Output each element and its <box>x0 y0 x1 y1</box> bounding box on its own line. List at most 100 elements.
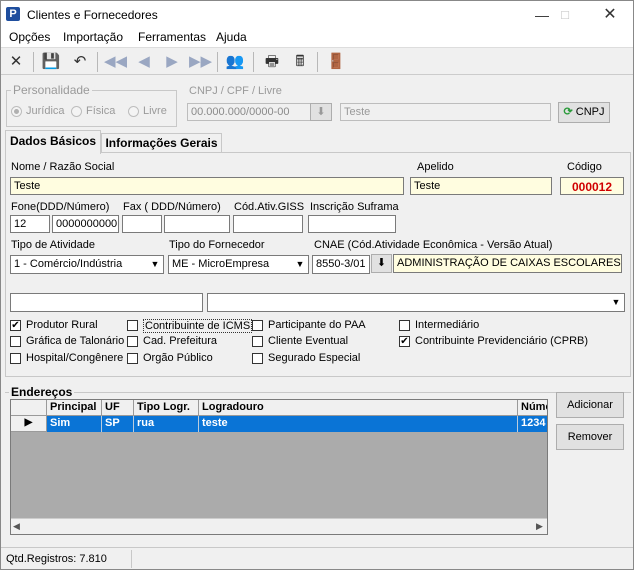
col-numero[interactable]: Núme <box>518 400 547 416</box>
menu-importacao[interactable]: Importação <box>63 30 123 44</box>
search-people-icon[interactable]: 👥 <box>224 51 246 73</box>
checkbox-label: Orgão Público <box>143 352 213 364</box>
checkbox-9[interactable] <box>10 353 21 364</box>
checkbox-7[interactable] <box>252 336 263 347</box>
table-cell[interactable]: SP <box>102 416 134 432</box>
undo-icon[interactable]: ↶ <box>69 51 91 73</box>
fax-ddd-input[interactable] <box>122 215 162 233</box>
extra-input[interactable] <box>10 293 203 312</box>
cnpj-button[interactable]: ⟳ CNPJ <box>558 102 610 123</box>
cancel-icon[interactable]: ✕ <box>5 51 27 73</box>
horizontal-scrollbar[interactable]: ◀ ▶ <box>11 518 547 534</box>
suframa-label: Inscrição Suframa <box>310 201 399 213</box>
radio-juridica-label: Jurídica <box>26 105 65 117</box>
previous-record-icon[interactable]: ◀ <box>133 51 155 73</box>
next-record-icon[interactable]: ▶ <box>161 51 183 73</box>
table-cell[interactable]: 1234 <box>518 416 547 432</box>
checkbox-3[interactable] <box>252 320 263 331</box>
menu-ferramentas[interactable]: Ferramentas <box>138 30 206 44</box>
checkbox-8[interactable]: ✔ <box>399 336 410 347</box>
atividade-value: 1 - Comércio/Indústria <box>14 258 123 270</box>
print-icon[interactable]: 🖶 <box>261 51 283 73</box>
window-title: Clientes e Fornecedores <box>27 8 158 22</box>
fone-number-input[interactable]: 0000000000 <box>52 215 119 233</box>
nome-label: Nome / Razão Social <box>11 161 115 173</box>
suframa-input[interactable] <box>308 215 396 233</box>
toolbar-separator <box>97 52 98 72</box>
table-cell[interactable]: Sim <box>47 416 102 432</box>
radio-juridica[interactable] <box>11 106 22 117</box>
fornecedor-label: Tipo do Fornecedor <box>169 239 265 251</box>
last-record-icon[interactable]: ▶▶ <box>189 51 212 73</box>
col-tipo-logr[interactable]: Tipo Logr. <box>134 400 199 416</box>
fax-label: Fax ( DDD/Número) <box>123 201 221 213</box>
cnae-label: CNAE (Cód.Atividade Econômica - Versão A… <box>314 239 553 251</box>
checkbox-2[interactable] <box>127 320 138 331</box>
chevron-down-icon[interactable]: ▼ <box>147 256 163 272</box>
download-icon[interactable]: ⬇ <box>371 254 392 273</box>
save-icon[interactable]: 💾 <box>40 51 62 73</box>
cnpj-mask-input[interactable]: 00.000.000/0000-00 <box>187 103 311 121</box>
table-cell[interactable]: rua <box>134 416 199 432</box>
checkbox-10[interactable] <box>127 353 138 364</box>
row-indicator-icon[interactable]: ▶ <box>11 416 47 432</box>
table-cell[interactable]: teste <box>199 416 518 432</box>
radio-fisica[interactable] <box>71 106 82 117</box>
giss-input[interactable] <box>233 215 303 233</box>
download-icon[interactable]: ⬇ <box>310 103 332 121</box>
giss-label: Cód.Ativ.GISS <box>234 201 305 213</box>
checkbox-label: Cliente Eventual <box>268 335 349 347</box>
enderecos-legend: Endereços <box>9 385 75 399</box>
maximize-button[interactable]: □ <box>542 1 588 29</box>
remove-address-button[interactable]: Remover <box>556 424 624 450</box>
col-principal[interactable]: Principal <box>47 400 102 416</box>
radio-livre[interactable] <box>128 106 139 117</box>
apelido-input[interactable]: Teste <box>410 177 552 195</box>
cnpj-button-label: CNPJ <box>575 106 605 118</box>
window: P Clientes e Fornecedores — □ ✕ Opções I… <box>0 0 634 570</box>
extra-select[interactable]: ▼ <box>207 293 625 312</box>
checkbox-label: Gráfica de Talonário <box>26 335 125 347</box>
fone-ddd-input[interactable]: 12 <box>10 215 50 233</box>
col-uf[interactable]: UF <box>102 400 134 416</box>
menu-ajuda[interactable]: Ajuda <box>216 30 247 44</box>
checkbox-label: Intermediário <box>415 319 480 331</box>
cnpj-label: CNPJ / CPF / Livre <box>189 85 282 97</box>
checkbox-5[interactable] <box>10 336 21 347</box>
first-record-icon[interactable]: ◀◀ <box>104 51 127 73</box>
toolbar-separator <box>217 52 218 72</box>
enderecos-grid: Principal UF Tipo Logr. Logradouro Núme … <box>10 399 548 535</box>
fornecedor-select[interactable]: ME - MicroEmpresa ▼ <box>168 255 309 274</box>
menu-opcoes[interactable]: Opções <box>9 30 50 44</box>
calculator-icon[interactable]: 🖩 <box>289 51 311 73</box>
checkbox-1[interactable]: ✔ <box>10 320 21 331</box>
col-logradouro[interactable]: Logradouro <box>199 400 518 416</box>
atividade-select[interactable]: 1 - Comércio/Indústria ▼ <box>10 255 164 274</box>
cnpj-input[interactable]: Teste <box>340 103 551 121</box>
chevron-down-icon[interactable]: ▼ <box>608 294 624 310</box>
toolbar-separator <box>33 52 34 72</box>
chevron-down-icon[interactable]: ▼ <box>292 256 308 272</box>
scroll-left-icon[interactable]: ◀ <box>13 521 20 532</box>
fornecedor-value: ME - MicroEmpresa <box>172 258 270 270</box>
checkbox-11[interactable] <box>252 353 263 364</box>
radio-fisica-label: Física <box>86 105 116 117</box>
exit-door-icon[interactable]: 🚪 <box>325 51 347 73</box>
checkbox-6[interactable] <box>127 336 138 347</box>
scroll-right-icon[interactable]: ▶ <box>536 521 543 532</box>
fax-number-input[interactable] <box>164 215 230 233</box>
tab-dados-basicos[interactable]: Dados Básicos <box>5 130 101 154</box>
close-icon[interactable]: ✕ <box>587 1 633 29</box>
tab-informacoes-gerais[interactable]: Informações Gerais <box>101 133 222 152</box>
codigo-input[interactable]: 000012 <box>560 177 624 195</box>
add-address-button[interactable]: Adicionar <box>556 392 624 418</box>
toolbar-separator <box>253 52 254 72</box>
nome-input[interactable]: Teste <box>10 177 404 195</box>
checkbox-label: Hospital/Congênere <box>26 352 124 364</box>
grid-corner <box>11 400 47 416</box>
radio-livre-label: Livre <box>143 105 167 117</box>
status-bar: Qtd.Registros: 7.810 <box>1 547 633 569</box>
cnae-code-input[interactable]: 8550-3/01 <box>312 255 370 274</box>
checkbox-4[interactable] <box>399 320 410 331</box>
apelido-label: Apelido <box>417 161 454 173</box>
